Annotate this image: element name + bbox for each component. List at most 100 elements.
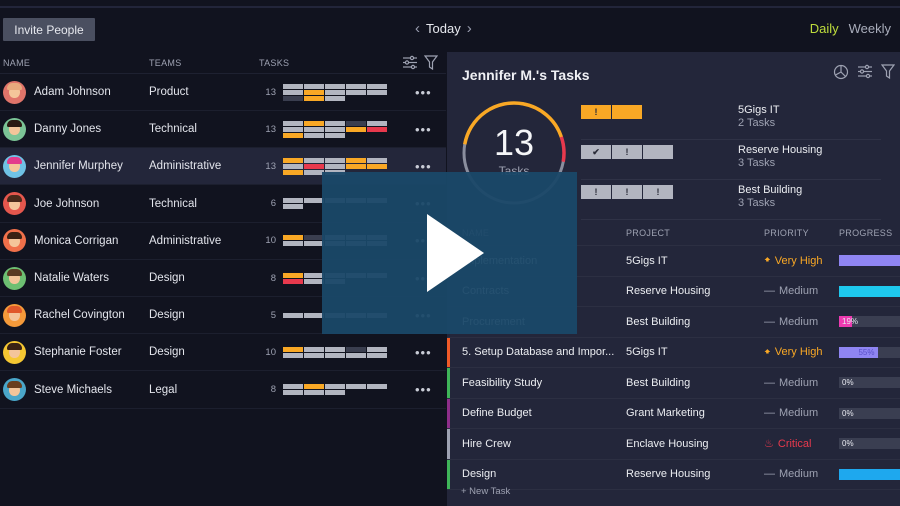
pie-chart-icon[interactable]	[833, 64, 849, 80]
task-block[interactable]	[325, 384, 345, 390]
task-name[interactable]: Define Budget	[462, 407, 532, 419]
task-block[interactable]	[304, 384, 324, 390]
column-progress[interactable]: PROGRESS	[839, 228, 892, 238]
task-block[interactable]	[325, 126, 345, 132]
task-block[interactable]	[304, 169, 324, 175]
task-block[interactable]	[283, 89, 303, 95]
column-teams[interactable]: TEAMS	[149, 58, 182, 68]
task-block[interactable]	[325, 89, 345, 95]
task-block[interactable]	[304, 390, 324, 396]
tab-daily[interactable]: Daily	[810, 21, 839, 36]
task-block[interactable]	[304, 95, 324, 101]
task-block[interactable]	[325, 163, 345, 169]
person-row[interactable]: Adam Johnson Product 13 •••	[0, 74, 446, 111]
task-priority[interactable]: 🠹 Very High	[764, 251, 822, 270]
task-block[interactable]	[283, 278, 303, 284]
task-block[interactable]	[346, 384, 366, 390]
person-row[interactable]: Danny Jones Technical 13 •••	[0, 111, 446, 149]
task-priority[interactable]: ♨ Critical	[764, 437, 812, 451]
chevron-right-icon[interactable]: ›	[467, 20, 472, 37]
invite-people-button[interactable]: Invite People	[3, 18, 95, 41]
task-block[interactable]	[304, 272, 324, 278]
sliders-icon[interactable]	[857, 64, 873, 79]
more-options-icon[interactable]: •••	[415, 382, 432, 397]
person-name[interactable]: Adam Johnson	[34, 86, 111, 98]
project-summary[interactable]: !!! Best Building 3 Tasks	[581, 180, 881, 220]
task-block[interactable]	[283, 198, 303, 204]
chevron-left-icon[interactable]: ‹	[415, 20, 420, 37]
task-status-box[interactable]: !	[581, 105, 611, 119]
task-block[interactable]	[304, 312, 324, 318]
task-block[interactable]	[304, 89, 324, 95]
task-block[interactable]	[304, 278, 324, 284]
task-block[interactable]	[304, 346, 324, 352]
task-status-box[interactable]: ✔	[581, 145, 611, 159]
task-block[interactable]	[283, 235, 303, 241]
task-block[interactable]	[304, 352, 324, 358]
person-name[interactable]: Monica Corrigan	[34, 235, 118, 247]
task-block[interactable]	[304, 235, 324, 241]
task-priority[interactable]: — Medium	[764, 377, 818, 389]
task-block[interactable]	[367, 157, 387, 163]
task-status-box[interactable]	[612, 105, 642, 119]
task-priority[interactable]: — Medium	[764, 468, 818, 480]
task-block[interactable]	[283, 126, 303, 132]
task-block[interactable]	[283, 95, 303, 101]
more-options-icon[interactable]: •••	[415, 345, 432, 360]
task-block[interactable]	[283, 384, 303, 390]
task-priority[interactable]: — Medium	[764, 285, 818, 297]
task-block[interactable]	[283, 83, 303, 89]
task-status-box[interactable]: !	[581, 185, 611, 199]
tab-weekly[interactable]: Weekly	[849, 21, 891, 36]
task-block[interactable]	[304, 198, 324, 204]
filter-icon[interactable]	[881, 64, 895, 79]
video-overlay[interactable]	[322, 172, 577, 334]
task-block[interactable]	[325, 352, 345, 358]
task-name[interactable]: Hire Crew	[462, 438, 511, 450]
task-block[interactable]	[283, 312, 303, 318]
project-summary[interactable]: ! 5Gigs IT 2 Tasks	[581, 100, 881, 140]
task-block[interactable]	[325, 95, 345, 101]
task-block[interactable]	[283, 120, 303, 126]
task-block[interactable]	[346, 120, 366, 126]
task-block[interactable]	[367, 120, 387, 126]
sliders-icon[interactable]	[402, 55, 418, 70]
more-options-icon[interactable]: •••	[415, 122, 432, 137]
task-name[interactable]: Feasibility Study	[462, 377, 542, 389]
column-project[interactable]: PROJECT	[626, 228, 670, 238]
play-icon[interactable]	[427, 214, 484, 292]
task-block[interactable]	[283, 272, 303, 278]
task-block[interactable]	[325, 346, 345, 352]
task-priority[interactable]: — Medium	[764, 316, 818, 328]
task-status-box[interactable]	[643, 145, 673, 159]
task-row[interactable]: Hire Crew Enclave Housing ♨ Critical 0%	[447, 429, 900, 460]
task-block[interactable]	[325, 390, 345, 396]
task-block[interactable]	[304, 120, 324, 126]
column-priority[interactable]: PRIORITY	[764, 228, 809, 238]
task-block[interactable]	[346, 157, 366, 163]
task-block[interactable]	[325, 120, 345, 126]
task-block[interactable]	[283, 157, 303, 163]
task-block[interactable]	[325, 157, 345, 163]
task-block[interactable]	[346, 352, 366, 358]
task-block[interactable]	[283, 346, 303, 352]
task-block[interactable]	[367, 384, 387, 390]
task-block[interactable]	[283, 352, 303, 358]
task-block[interactable]	[367, 89, 387, 95]
column-tasks[interactable]: TASKS	[259, 58, 289, 68]
person-name[interactable]: Rachel Covington	[34, 309, 125, 321]
project-summary[interactable]: ✔! Reserve Housing 3 Tasks	[581, 140, 881, 180]
task-block[interactable]	[346, 83, 366, 89]
task-row[interactable]: Define Budget Grant Marketing — Medium 0%	[447, 398, 900, 429]
person-name[interactable]: Stephanie Foster	[34, 346, 122, 358]
new-task-button[interactable]: + New Task	[461, 486, 510, 497]
task-priority[interactable]: — Medium	[764, 407, 818, 419]
task-block[interactable]	[304, 157, 324, 163]
task-status-box[interactable]: !	[612, 145, 642, 159]
task-block[interactable]	[283, 132, 303, 138]
task-row[interactable]: Design Reserve Housing — Medium	[447, 459, 900, 490]
task-block[interactable]	[325, 83, 345, 89]
task-block[interactable]	[283, 163, 303, 169]
task-block[interactable]	[304, 126, 324, 132]
task-block[interactable]	[283, 241, 303, 247]
